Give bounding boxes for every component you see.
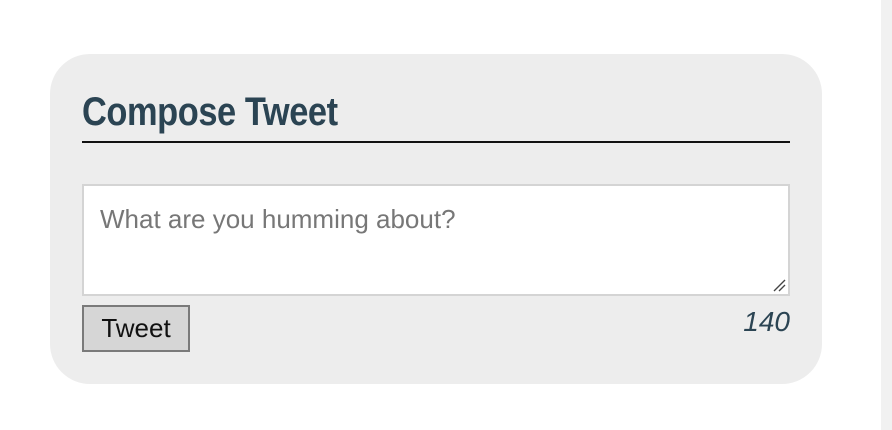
tweet-textarea[interactable]: [82, 184, 790, 296]
compose-title: Compose Tweet: [82, 90, 338, 134]
resize-handle-icon[interactable]: [772, 278, 786, 292]
title-divider: [82, 141, 790, 143]
compose-tweet-card: Compose Tweet Tweet 140: [50, 54, 822, 384]
tweet-button[interactable]: Tweet: [82, 305, 190, 352]
character-counter: 140: [743, 306, 790, 337]
scrollbar-track: [881, 0, 892, 430]
